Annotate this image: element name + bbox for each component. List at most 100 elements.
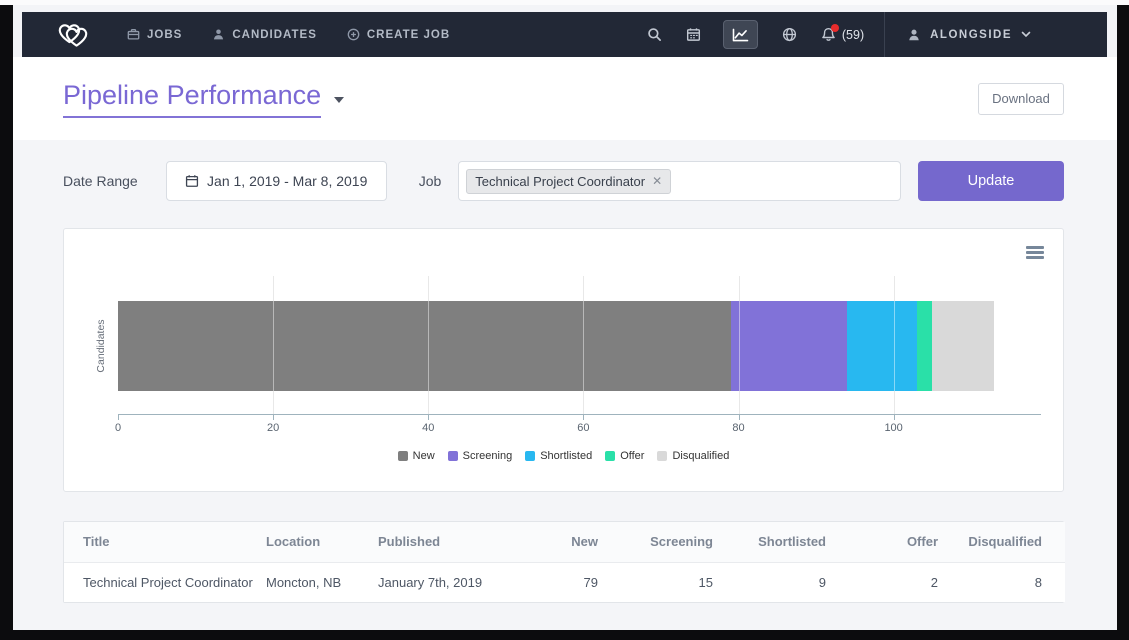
notification-dot bbox=[831, 24, 839, 32]
nav-zone: JOBS CANDIDATES bbox=[13, 5, 1117, 57]
axis-tick-label: 0 bbox=[98, 422, 138, 434]
account-menu[interactable]: ALONGSIDE bbox=[907, 28, 1031, 42]
axis-tick-label: 60 bbox=[563, 422, 603, 434]
plus-circle-icon bbox=[347, 28, 360, 41]
job-tag: Technical Project Coordinator ✕ bbox=[466, 169, 671, 194]
chart-legend: New Screening Shortlisted Offer Disqualified bbox=[64, 450, 1063, 462]
axis-tick-label: 40 bbox=[408, 422, 448, 434]
legend-item-offer[interactable]: Offer bbox=[605, 450, 644, 462]
legend-swatch bbox=[657, 451, 667, 461]
nav-divider bbox=[884, 12, 885, 57]
nav-item-candidates[interactable]: CANDIDATES bbox=[212, 28, 317, 41]
legend-swatch bbox=[605, 451, 615, 461]
filter-row: Date Range Jan 1, 2019 - Mar 8, 2019 Job… bbox=[63, 161, 1064, 201]
nav-item-label: CREATE JOB bbox=[367, 29, 450, 41]
cell-location: Moncton, NB bbox=[259, 562, 369, 602]
analytics-chart-icon[interactable] bbox=[723, 20, 758, 49]
page-title: Pipeline Performance bbox=[63, 80, 321, 118]
column-header-new: New bbox=[541, 522, 598, 562]
nav-item-jobs[interactable]: JOBS bbox=[127, 28, 182, 41]
column-header-offer: Offer bbox=[826, 522, 938, 562]
bar-segment-new bbox=[118, 301, 731, 391]
legend-label: Offer bbox=[620, 450, 644, 462]
legend-item-shortlisted[interactable]: Shortlisted bbox=[525, 450, 592, 462]
update-button[interactable]: Update bbox=[918, 161, 1064, 201]
bar-segment-screening bbox=[731, 301, 847, 391]
cell-offer: 2 bbox=[826, 562, 938, 602]
window-frame: JOBS CANDIDATES bbox=[0, 5, 1129, 640]
job-select-input[interactable]: Technical Project Coordinator ✕ bbox=[458, 161, 901, 201]
job-tag-label: Technical Project Coordinator bbox=[475, 174, 645, 189]
bar-gridline-overlay bbox=[739, 301, 740, 391]
y-axis-title: Candidates bbox=[95, 319, 107, 372]
axis-tick-label: 100 bbox=[874, 422, 914, 434]
legend-swatch bbox=[525, 451, 535, 461]
user-icon bbox=[907, 28, 921, 42]
legend-item-screening[interactable]: Screening bbox=[448, 450, 513, 462]
chart-menu-icon[interactable] bbox=[1026, 246, 1044, 261]
bar-segment-disqualified bbox=[932, 301, 994, 391]
nav-item-create-job[interactable]: CREATE JOB bbox=[347, 28, 450, 41]
results-table: Title Location Published New Screening S… bbox=[64, 522, 1065, 602]
cell-screening: 15 bbox=[598, 562, 713, 602]
cell-published: January 7th, 2019 bbox=[369, 562, 541, 602]
bell-icon bbox=[821, 27, 836, 42]
download-button[interactable]: Download bbox=[978, 83, 1064, 115]
column-header-published: Published bbox=[369, 522, 541, 562]
legend-label: Screening bbox=[463, 450, 513, 462]
nav-item-label: JOBS bbox=[147, 29, 182, 41]
column-header-shortlisted: Shortlisted bbox=[713, 522, 826, 562]
chevron-down-icon bbox=[1021, 31, 1031, 38]
cell-title: Technical Project Coordinator bbox=[64, 562, 259, 602]
legend-item-new[interactable]: New bbox=[398, 450, 435, 462]
cell-new: 79 bbox=[541, 562, 598, 602]
table-header-row: Title Location Published New Screening S… bbox=[64, 522, 1065, 562]
column-header-disqualified: Disqualified bbox=[938, 522, 1065, 562]
date-range-input[interactable]: Jan 1, 2019 - Mar 8, 2019 bbox=[166, 161, 387, 201]
nav-menu: JOBS CANDIDATES bbox=[127, 28, 450, 41]
cell-disqualified: 8 bbox=[938, 562, 1065, 602]
notifications-button[interactable]: (59) bbox=[821, 27, 864, 42]
report-selector[interactable]: Pipeline Performance bbox=[63, 80, 344, 118]
legend-label: Shortlisted bbox=[540, 450, 592, 462]
axis-tick bbox=[118, 415, 119, 420]
bar-segment-shortlisted bbox=[847, 301, 917, 391]
chevron-down-icon bbox=[334, 97, 344, 103]
date-range-value: Jan 1, 2019 - Mar 8, 2019 bbox=[207, 173, 367, 189]
cell-shortlisted: 9 bbox=[713, 562, 826, 602]
column-header-location: Location bbox=[259, 522, 369, 562]
bar-segment-offer bbox=[917, 301, 933, 391]
nav-right: (59) ALONGSIDE bbox=[623, 12, 1107, 57]
axis-tick bbox=[428, 415, 429, 420]
notification-count: (59) bbox=[842, 28, 864, 42]
date-range-label: Date Range bbox=[63, 173, 138, 189]
search-icon[interactable] bbox=[647, 27, 662, 42]
bar-gridline-overlay bbox=[428, 301, 429, 391]
column-header-screening: Screening bbox=[598, 522, 713, 562]
axis-tick-label: 80 bbox=[719, 422, 759, 434]
screenshot-stage: JOBS CANDIDATES bbox=[0, 0, 1129, 640]
pipeline-chart-card: Candidates 0 20 40 60 80 100 New Screening Shor… bbox=[63, 228, 1064, 492]
person-icon bbox=[212, 28, 225, 41]
job-label: Job bbox=[419, 173, 442, 189]
brand-logo-hearts-icon[interactable] bbox=[55, 20, 91, 50]
axis-tick-label: 20 bbox=[253, 422, 293, 434]
bar-gridline-overlay bbox=[583, 301, 584, 391]
legend-label: New bbox=[413, 450, 435, 462]
axis-tick bbox=[273, 415, 274, 420]
calendar-icon[interactable] bbox=[686, 27, 701, 42]
calendar-icon bbox=[185, 174, 199, 188]
legend-swatch bbox=[448, 451, 458, 461]
x-axis-line bbox=[118, 414, 1041, 415]
table-row: Technical Project Coordinator Moncton, N… bbox=[64, 562, 1065, 602]
globe-icon[interactable] bbox=[782, 27, 797, 42]
close-icon[interactable]: ✕ bbox=[652, 175, 662, 187]
legend-swatch bbox=[398, 451, 408, 461]
content-area: Date Range Jan 1, 2019 - Mar 8, 2019 Job… bbox=[13, 140, 1117, 630]
bar-gridline-overlay bbox=[273, 301, 274, 391]
briefcase-icon bbox=[127, 28, 140, 41]
axis-tick bbox=[894, 415, 895, 420]
axis-tick bbox=[739, 415, 740, 420]
results-table-card: Title Location Published New Screening S… bbox=[63, 521, 1064, 603]
legend-item-disqualified[interactable]: Disqualified bbox=[657, 450, 729, 462]
